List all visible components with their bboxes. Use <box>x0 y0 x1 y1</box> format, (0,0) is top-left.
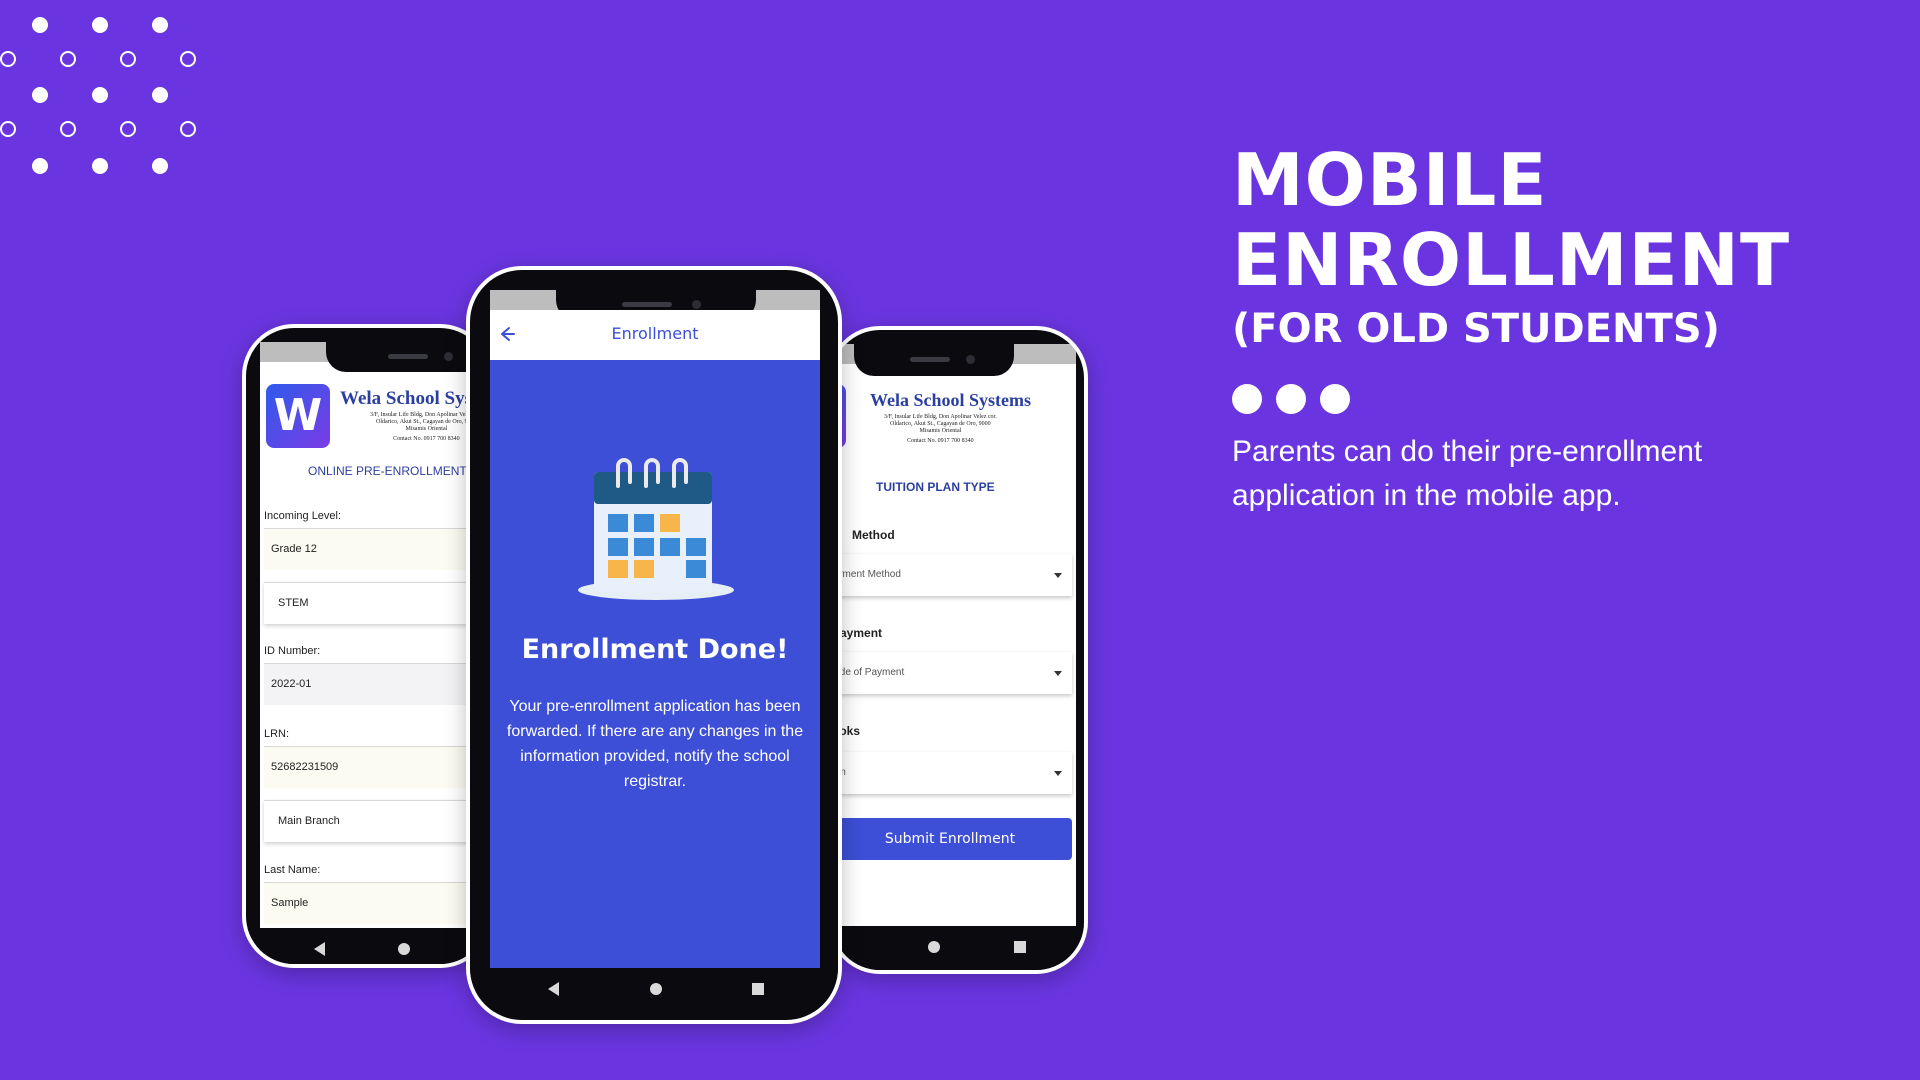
decorative-dot-pattern <box>0 0 200 180</box>
submit-enrollment-button[interactable]: Submit Enrollment <box>832 818 1072 860</box>
school-address: 3/F, Insular Life Bldg, Don Apolinar Vel… <box>884 414 997 444</box>
description: Parents can do their pre-enrollment appl… <box>1232 435 1703 512</box>
nav-home-icon[interactable] <box>398 943 410 955</box>
lrn-field[interactable]: 52682231509 <box>264 746 488 788</box>
enrollment-done-panel: Enrollment Done! Your pre-enrollment app… <box>490 360 820 968</box>
center-phone: Enrollment Enrollment Done! Your pre-enr… <box>466 266 842 1024</box>
done-message: Your pre-enrollment application has been… <box>506 698 804 790</box>
dropdown-caret-icon <box>1054 671 1062 676</box>
android-nav-bar <box>470 968 838 1012</box>
right-phone: Wela School Systems 3/F, Insular Life Bl… <box>828 326 1088 974</box>
id-number-label: ID Number: <box>264 645 321 657</box>
app-bar: Enrollment <box>490 310 820 360</box>
nav-home-icon[interactable] <box>650 983 662 995</box>
left-phone-screen: W Wela School Systems 3/F, Insular Life … <box>260 342 492 932</box>
dropdown-caret-icon <box>1054 771 1062 776</box>
android-nav-bar <box>832 926 1084 970</box>
done-title: Enrollment Done! <box>521 634 789 665</box>
tuition-plan-title: TUITION PLAN TYPE <box>876 480 995 494</box>
android-nav-bar <box>246 928 488 964</box>
subheadline: (FOR OLD STUDENTS) <box>1232 306 1720 352</box>
nav-back-icon[interactable] <box>314 942 325 956</box>
id-number-field[interactable]: 2022-01 <box>264 663 488 705</box>
last-name-field[interactable]: Sample <box>264 882 488 924</box>
decorative-three-dots <box>1232 384 1364 418</box>
branch-dropdown[interactable]: Main Branch <box>264 800 488 842</box>
nav-recent-icon[interactable] <box>752 983 764 995</box>
mode-of-payment-dropdown[interactable]: lode of Payment <box>832 652 1072 694</box>
incoming-level-field[interactable]: Grade 12 <box>264 528 488 570</box>
school-name: Wela School Systems <box>870 390 1032 410</box>
strand-dropdown[interactable]: STEM <box>264 582 488 624</box>
nav-recent-icon[interactable] <box>1014 941 1026 953</box>
form-title: ONLINE PRE-ENROLLMENT FORM <box>308 464 492 478</box>
last-name-label: Last Name: <box>264 864 321 876</box>
calendar-icon <box>576 452 736 602</box>
phone-notch <box>854 344 1014 376</box>
dropdown-caret-icon <box>1054 573 1062 578</box>
method-label: Method <box>852 528 895 542</box>
school-logo: W <box>266 384 330 448</box>
center-phone-screen: Enrollment Enrollment Done! Your pre-enr… <box>490 290 820 968</box>
right-phone-screen: Wela School Systems 3/F, Insular Life Bl… <box>832 344 1076 926</box>
page-title: Enrollment <box>611 324 699 343</box>
nav-home-icon[interactable] <box>928 941 940 953</box>
lrn-label: LRN: <box>264 728 290 740</box>
incoming-level-label: Incoming Level: <box>264 510 342 522</box>
left-phone: W Wela School Systems 3/F, Insular Life … <box>242 324 492 968</box>
nav-back-icon[interactable] <box>548 982 559 996</box>
headline: MOBILE ENROLLMENT <box>1232 138 1791 302</box>
books-dropdown[interactable]: em <box>832 752 1072 794</box>
payment-method-dropdown[interactable]: ayment Method <box>832 554 1072 596</box>
